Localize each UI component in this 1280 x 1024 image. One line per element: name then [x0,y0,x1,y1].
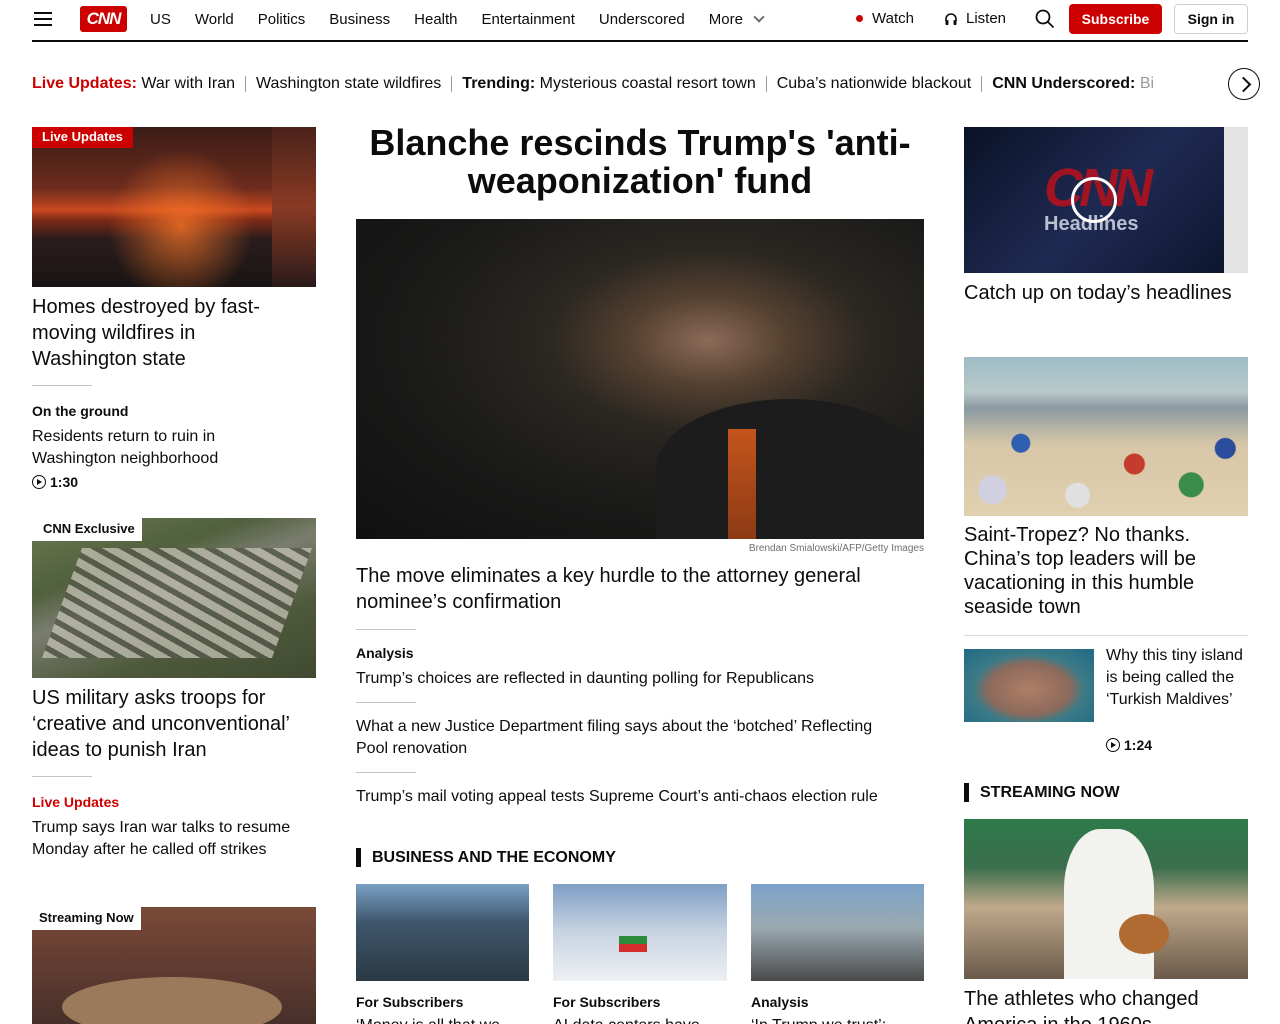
site-header: CNN US World Politics Business Health En… [32,0,1248,42]
section-title: BUSINESS AND THE ECONOMY [372,848,616,866]
ticker-label: Trending: [462,75,536,92]
ticker-text: War with Iran [141,75,236,92]
search-icon[interactable] [1035,9,1055,29]
nav-more[interactable]: More [708,10,765,28]
ticker-label: Live Updates: [32,75,137,92]
nav-us[interactable]: US [150,11,171,28]
wildfire-headline[interactable]: Homes destroyed by fast-moving wildfires… [32,294,302,372]
section-marker [964,783,969,802]
island-image[interactable] [964,649,1094,722]
divider [245,76,247,92]
play-icon [32,475,46,489]
business-card-image-2[interactable] [553,884,727,981]
ticker-item-iran[interactable]: Live Updates: War with Iran [32,75,235,93]
business-section-header[interactable]: BUSINESS AND THE ECONOMY [356,848,616,867]
live-updates-kicker: Live Updates [32,794,120,810]
nav-health[interactable]: Health [414,11,457,28]
ticker-item-trending[interactable]: Trending: Mysterious coastal resort town [462,75,755,93]
ticker-item-underscored[interactable]: CNN Underscored: Bi [992,75,1154,93]
ticker-item-wildfires[interactable]: Washington state wildfires [256,75,441,93]
divider [981,76,983,92]
lead-subhead[interactable]: The move eliminates a key hurdle to the … [356,563,924,615]
watch-link[interactable]: Watch [856,10,914,27]
headlines-link[interactable]: Catch up on today’s headlines [964,280,1234,306]
listen-label: Listen [966,10,1007,27]
main-nav: US World Politics Business Health Entert… [150,0,787,38]
ticker-label: CNN Underscored: [992,75,1136,92]
lead-headline[interactable]: Blanche rescinds Trump's 'anti-weaponiza… [340,124,940,200]
card-headline-2[interactable]: AI data centers have [553,1015,727,1024]
streaming-section-header[interactable]: STREAMING NOW [964,783,1120,802]
play-icon[interactable] [1071,177,1117,223]
divider [765,76,767,92]
play-icon [1106,738,1120,752]
chevron-down-icon [753,10,765,23]
lead-story-image[interactable] [356,219,924,539]
island-story-link[interactable]: Why this tiny island is being called the… [1106,645,1248,711]
pentagon-image[interactable]: CNN Exclusive [32,518,316,678]
business-card-image-3[interactable] [751,884,924,981]
card-headline-1[interactable]: ‘Money is all that we [356,1015,529,1024]
divider [32,385,92,386]
card-kicker-3: Analysis [751,994,809,1010]
iran-talks-story-link[interactable]: Trump says Iran war talks to resume Mond… [32,817,312,861]
live-updates-badge: Live Updates [32,127,133,148]
watch-label: Watch [872,10,914,27]
military-headline[interactable]: US military asks troops for ‘creative an… [32,685,322,763]
cnn-exclusive-badge: CNN Exclusive [32,518,142,541]
headlines-video[interactable]: CNN Headlines [964,127,1248,273]
divider [356,772,416,773]
ticker-text: Cuba’s nationwide blackout [776,75,972,92]
residents-story-link[interactable]: Residents return to ruin in Washington n… [32,426,262,470]
divider [451,76,453,92]
trending-ticker: Live Updates: War with Iran Washington s… [32,72,1218,96]
nav-world[interactable]: World [195,11,234,28]
beach-image[interactable] [964,357,1248,516]
card-kicker-2: For Subscribers [553,994,661,1010]
nav-underscored[interactable]: Underscored [599,11,685,28]
section-title: STREAMING NOW [980,783,1120,801]
polling-story-link[interactable]: Trump’s choices are reflected in dauntin… [356,668,924,690]
on-the-ground-kicker: On the ground [32,403,129,419]
video-duration: 1:24 [1106,737,1152,753]
photo-credit: Brendan Smialowski/AFP/Getty Images [748,543,924,554]
duration-text: 1:24 [1124,737,1153,753]
nav-entertainment[interactable]: Entertainment [482,11,575,28]
subscribe-button[interactable]: Subscribe [1069,4,1162,34]
menu-icon[interactable] [34,12,52,26]
listen-link[interactable]: Listen [944,10,1006,27]
ticker-text: Bi [1139,75,1155,92]
nav-business[interactable]: Business [329,11,390,28]
ticker-item-cuba[interactable]: Cuba’s nationwide blackout [777,75,972,93]
video-duration: 1:30 [32,474,78,490]
sign-in-button[interactable]: Sign in [1174,4,1248,34]
athletes-headline[interactable]: The athletes who changed America in the … [964,986,1248,1024]
divider [32,776,92,777]
ticker-text: Mysterious coastal resort town [539,75,756,92]
streaming-now-badge: Streaming Now [32,907,141,930]
ticker-next-button[interactable] [1228,68,1260,100]
live-dot-icon [856,15,863,22]
beach-headline[interactable]: Saint-Tropez? No thanks. China’s top lea… [964,523,1248,619]
ticker-text: Washington state wildfires [256,75,442,92]
athletes-image[interactable] [964,819,1248,979]
headphones-icon [945,12,957,25]
nav-more-label: More [708,10,743,28]
section-marker [356,848,361,867]
divider [356,629,416,630]
reflecting-pool-story-link[interactable]: What a new Justice Department filing say… [356,716,896,760]
divider [356,702,416,703]
mail-voting-story-link[interactable]: Trump’s mail voting appeal tests Supreme… [356,786,924,808]
business-card-image-1[interactable] [356,884,529,981]
nav-politics[interactable]: Politics [258,11,306,28]
card-kicker-1: For Subscribers [356,994,464,1010]
wildfire-image[interactable]: Live Updates [32,127,316,287]
cnn-logo[interactable]: CNN [80,6,127,32]
analysis-kicker: Analysis [356,645,414,661]
streaming-now-image[interactable]: Streaming Now [32,907,316,1024]
card-headline-3[interactable]: ‘In Trump we trust’: [751,1015,924,1024]
duration-text: 1:30 [50,474,79,490]
divider [964,635,1248,636]
